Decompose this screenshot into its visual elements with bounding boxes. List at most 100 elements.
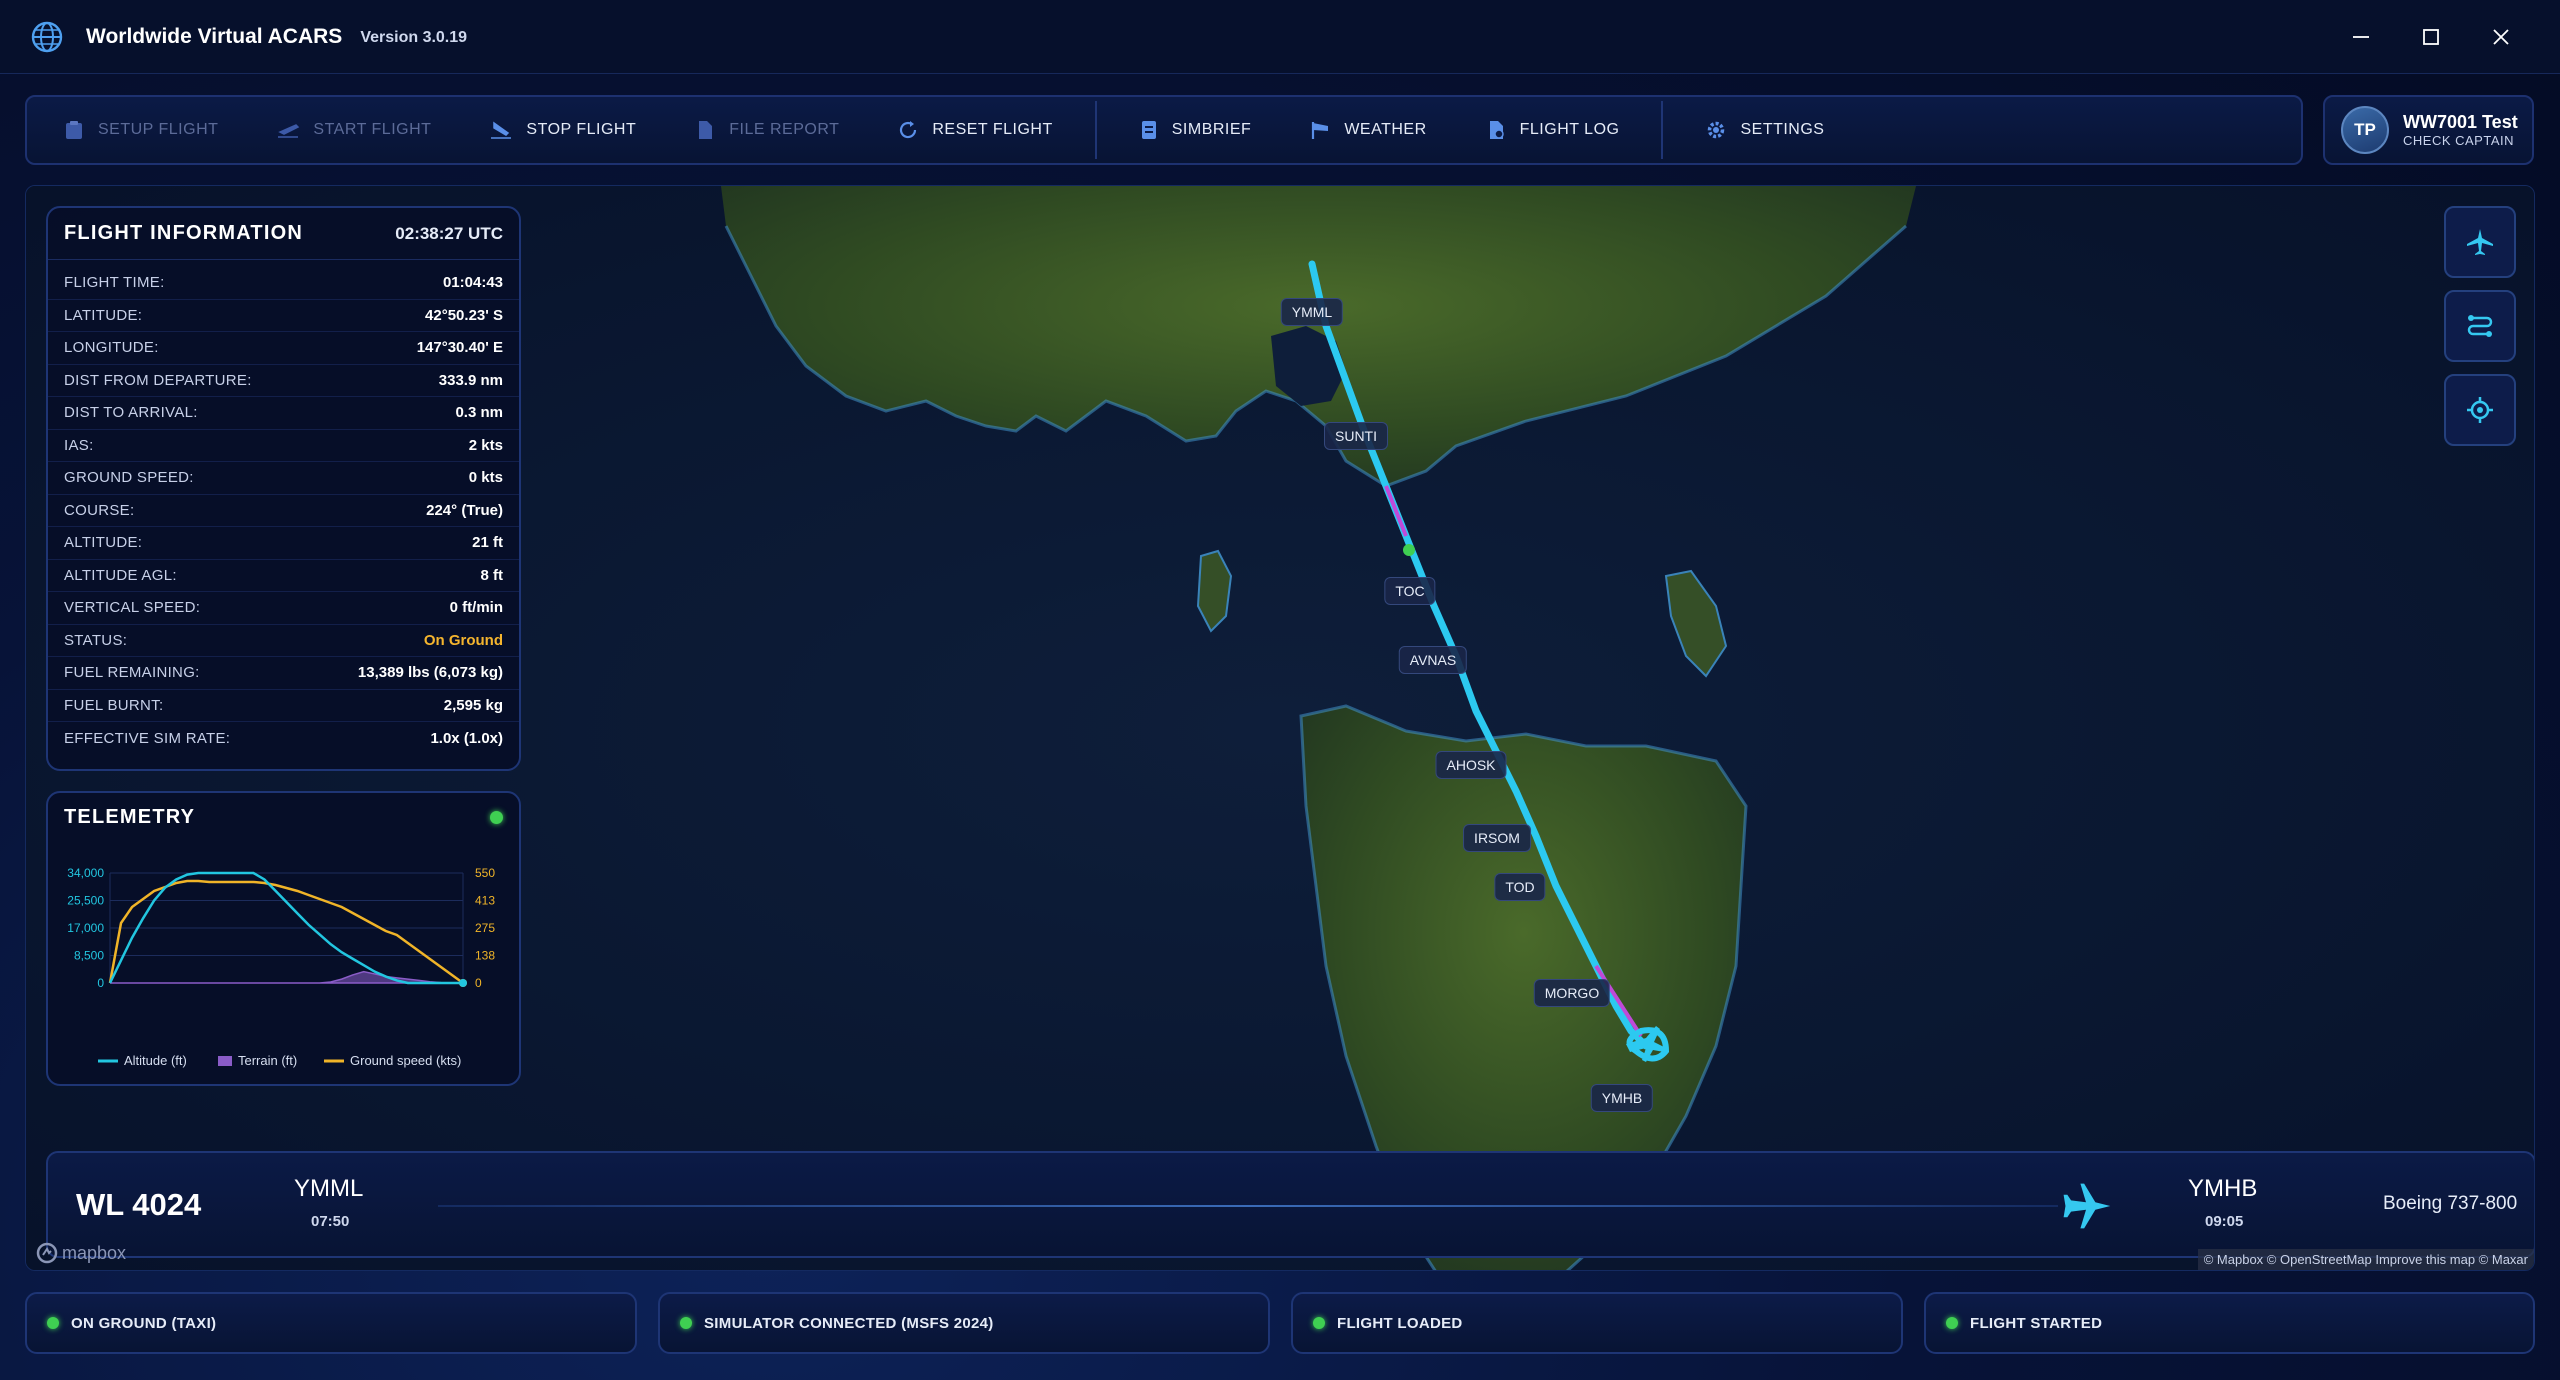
waypoint-avnas[interactable]: AVNAS [1398,646,1468,674]
log-icon [1489,121,1504,139]
maximize-icon [2423,29,2439,45]
info-row: LATITUDE: 42°50.23' S [48,300,519,332]
status-label: ON GROUND (TAXI) [71,1314,217,1332]
status-label: FLIGHT LOADED [1337,1314,1463,1332]
file-icon [699,121,713,139]
info-row: IAS: 2 kts [48,430,519,462]
file-report-button[interactable]: FILE REPORT [694,119,839,141]
main-toolbar: SETUP FLIGHT START FLIGHT STOP FLIGHT FI… [25,95,2303,165]
flight-log-label: FLIGHT LOG [1519,121,1620,138]
arrival-code: YMHB [2188,1175,2258,1202]
waypoint-ymml[interactable]: YMML [1280,298,1344,326]
info-label: FLIGHT TIME: [64,274,165,292]
weather-label: WEATHER [1344,121,1427,138]
gear-icon [1708,121,1725,139]
route-progress-line [438,1205,2058,1207]
info-row: VERTICAL SPEED: 0 ft/min [48,592,519,625]
waypoint-tod[interactable]: TOD [1494,873,1546,901]
departure-code: YMML [294,1175,364,1202]
waypoint-irsom[interactable]: IRSOM [1463,824,1531,852]
status-flight-started: FLIGHT STARTED [1924,1292,2535,1354]
flight-log-button[interactable]: FLIGHT LOG [1485,119,1620,141]
info-value: 2 kts [468,436,503,454]
info-value: 1.0x (1.0x) [430,729,503,747]
series-terrain [110,970,463,984]
status-value: On Ground [423,631,503,649]
info-value: 13,389 lbs (6,073 kg) [357,664,503,682]
show-route-button[interactable] [2444,290,2516,362]
info-label: FUEL BURNT: [64,696,164,714]
flight-callsign: WL 4024 [76,1187,202,1222]
airplane-icon [2467,229,2493,255]
info-row: DIST TO ARRIVAL: 0.3 nm [48,397,519,430]
info-label: LONGITUDE: [64,339,159,357]
y-tick-left: 0 [97,976,104,990]
waypoint-morgo[interactable]: MORGO [1533,979,1611,1007]
app-title: Worldwide Virtual ACARS [86,24,343,48]
route-icon [2467,315,2493,337]
y-tick-right: 413 [475,894,495,908]
settings-button[interactable]: SETTINGS [1705,119,1824,141]
aircraft-type: Boeing 737-800 [2383,1193,2518,1214]
airplane-icon [2063,1183,2111,1229]
waypoint-sunti[interactable]: SUNTI [1324,422,1388,450]
info-label: FUEL REMAINING: [64,664,200,682]
start-flight-button[interactable]: START FLIGHT [276,119,431,141]
waypoint-ymhb[interactable]: YMHB [1590,1084,1654,1112]
arrival-time: 09:05 [2205,1213,2244,1230]
minimize-button[interactable] [2326,0,2396,74]
flight-information-panel: FLIGHT INFORMATION 02:38:27 UTC FLIGHT T… [46,206,521,771]
toolbar-divider [1094,101,1097,159]
user-rank: CHECK CAPTAIN [2403,133,2514,148]
simbrief-button[interactable]: SIMBRIEF [1139,119,1252,141]
utc-clock: 02:38:27 UTC [395,223,503,243]
reset-flight-button[interactable]: RESET FLIGHT [897,119,1052,141]
status-label: SIMULATOR CONNECTED (MSFS 2024) [704,1314,994,1332]
y-tick-right: 138 [475,949,495,963]
info-value: 333.9 nm [438,371,503,389]
info-label: LATITUDE: [64,306,143,324]
clipboard-icon [66,121,82,139]
follow-aircraft-button[interactable] [2444,206,2516,278]
info-value: 0.3 nm [455,404,503,422]
weather-button[interactable]: WEATHER [1309,119,1426,141]
info-row: FLIGHT TIME: 01:04:43 [48,267,519,300]
panel-title: TELEMETRY [64,805,196,828]
simbrief-label: SIMBRIEF [1171,121,1252,138]
status-dot [680,1317,692,1329]
info-row: FUEL REMAINING: 13,389 lbs (6,073 kg) [48,657,519,690]
info-label: ALTITUDE: [64,534,143,552]
y-tick-left: 8,500 [74,949,104,963]
map-attribution[interactable]: © Mapbox © OpenStreetMap Improve this ma… [2197,1249,2534,1270]
reset-icon [900,121,917,139]
stop-flight-button[interactable]: STOP FLIGHT [489,119,636,141]
setup-flight-button[interactable]: SETUP FLIGHT [63,119,218,141]
y-tick-left: 34,000 [67,866,104,880]
waypoint-ahosk[interactable]: AHOSK [1435,751,1507,779]
user-profile-card[interactable]: TP WW7001 Test CHECK CAPTAIN [2323,95,2534,165]
info-row: ALTITUDE AGL: 8 ft [48,560,519,592]
info-label: GROUND SPEED: [64,469,194,487]
mapbox-logo-icon [36,1242,58,1264]
flight-summary-strip: WL 4024 YMML 07:50 YMHB 09:05 Boeing 737… [46,1151,2534,1258]
info-label: IAS: [64,436,94,454]
y-tick-left: 25,500 [67,894,104,908]
info-label: DIST FROM DEPARTURE: [64,371,252,389]
info-label: COURSE: [64,501,135,519]
status-dot [1946,1317,1958,1329]
title-bar: Worldwide Virtual ACARS Version 3.0.19 [0,0,2560,74]
status-ground: ON GROUND (TAXI) [25,1292,637,1354]
y-tick-right: 275 [475,921,495,935]
status-simulator: SIMULATOR CONNECTED (MSFS 2024) [658,1292,1270,1354]
legend-label: Ground speed (kts) [350,1053,461,1068]
maximize-button[interactable] [2396,0,2466,74]
info-value: 147°30.40' E [416,339,503,357]
flight-map[interactable]: YMML SUNTI TOC AVNAS AHOSK IRSOM TOD MOR… [25,185,2535,1271]
legend-swatch [218,1056,232,1066]
close-button[interactable] [2466,0,2536,74]
info-row: ALTITUDE: 21 ft [48,527,519,560]
info-row: EFFECTIVE SIM RATE: 1.0x (1.0x) [48,722,519,755]
waypoint-toc[interactable]: TOC [1384,577,1436,605]
info-row: LONGITUDE: 147°30.40' E [48,332,519,365]
recenter-button[interactable] [2444,374,2516,446]
